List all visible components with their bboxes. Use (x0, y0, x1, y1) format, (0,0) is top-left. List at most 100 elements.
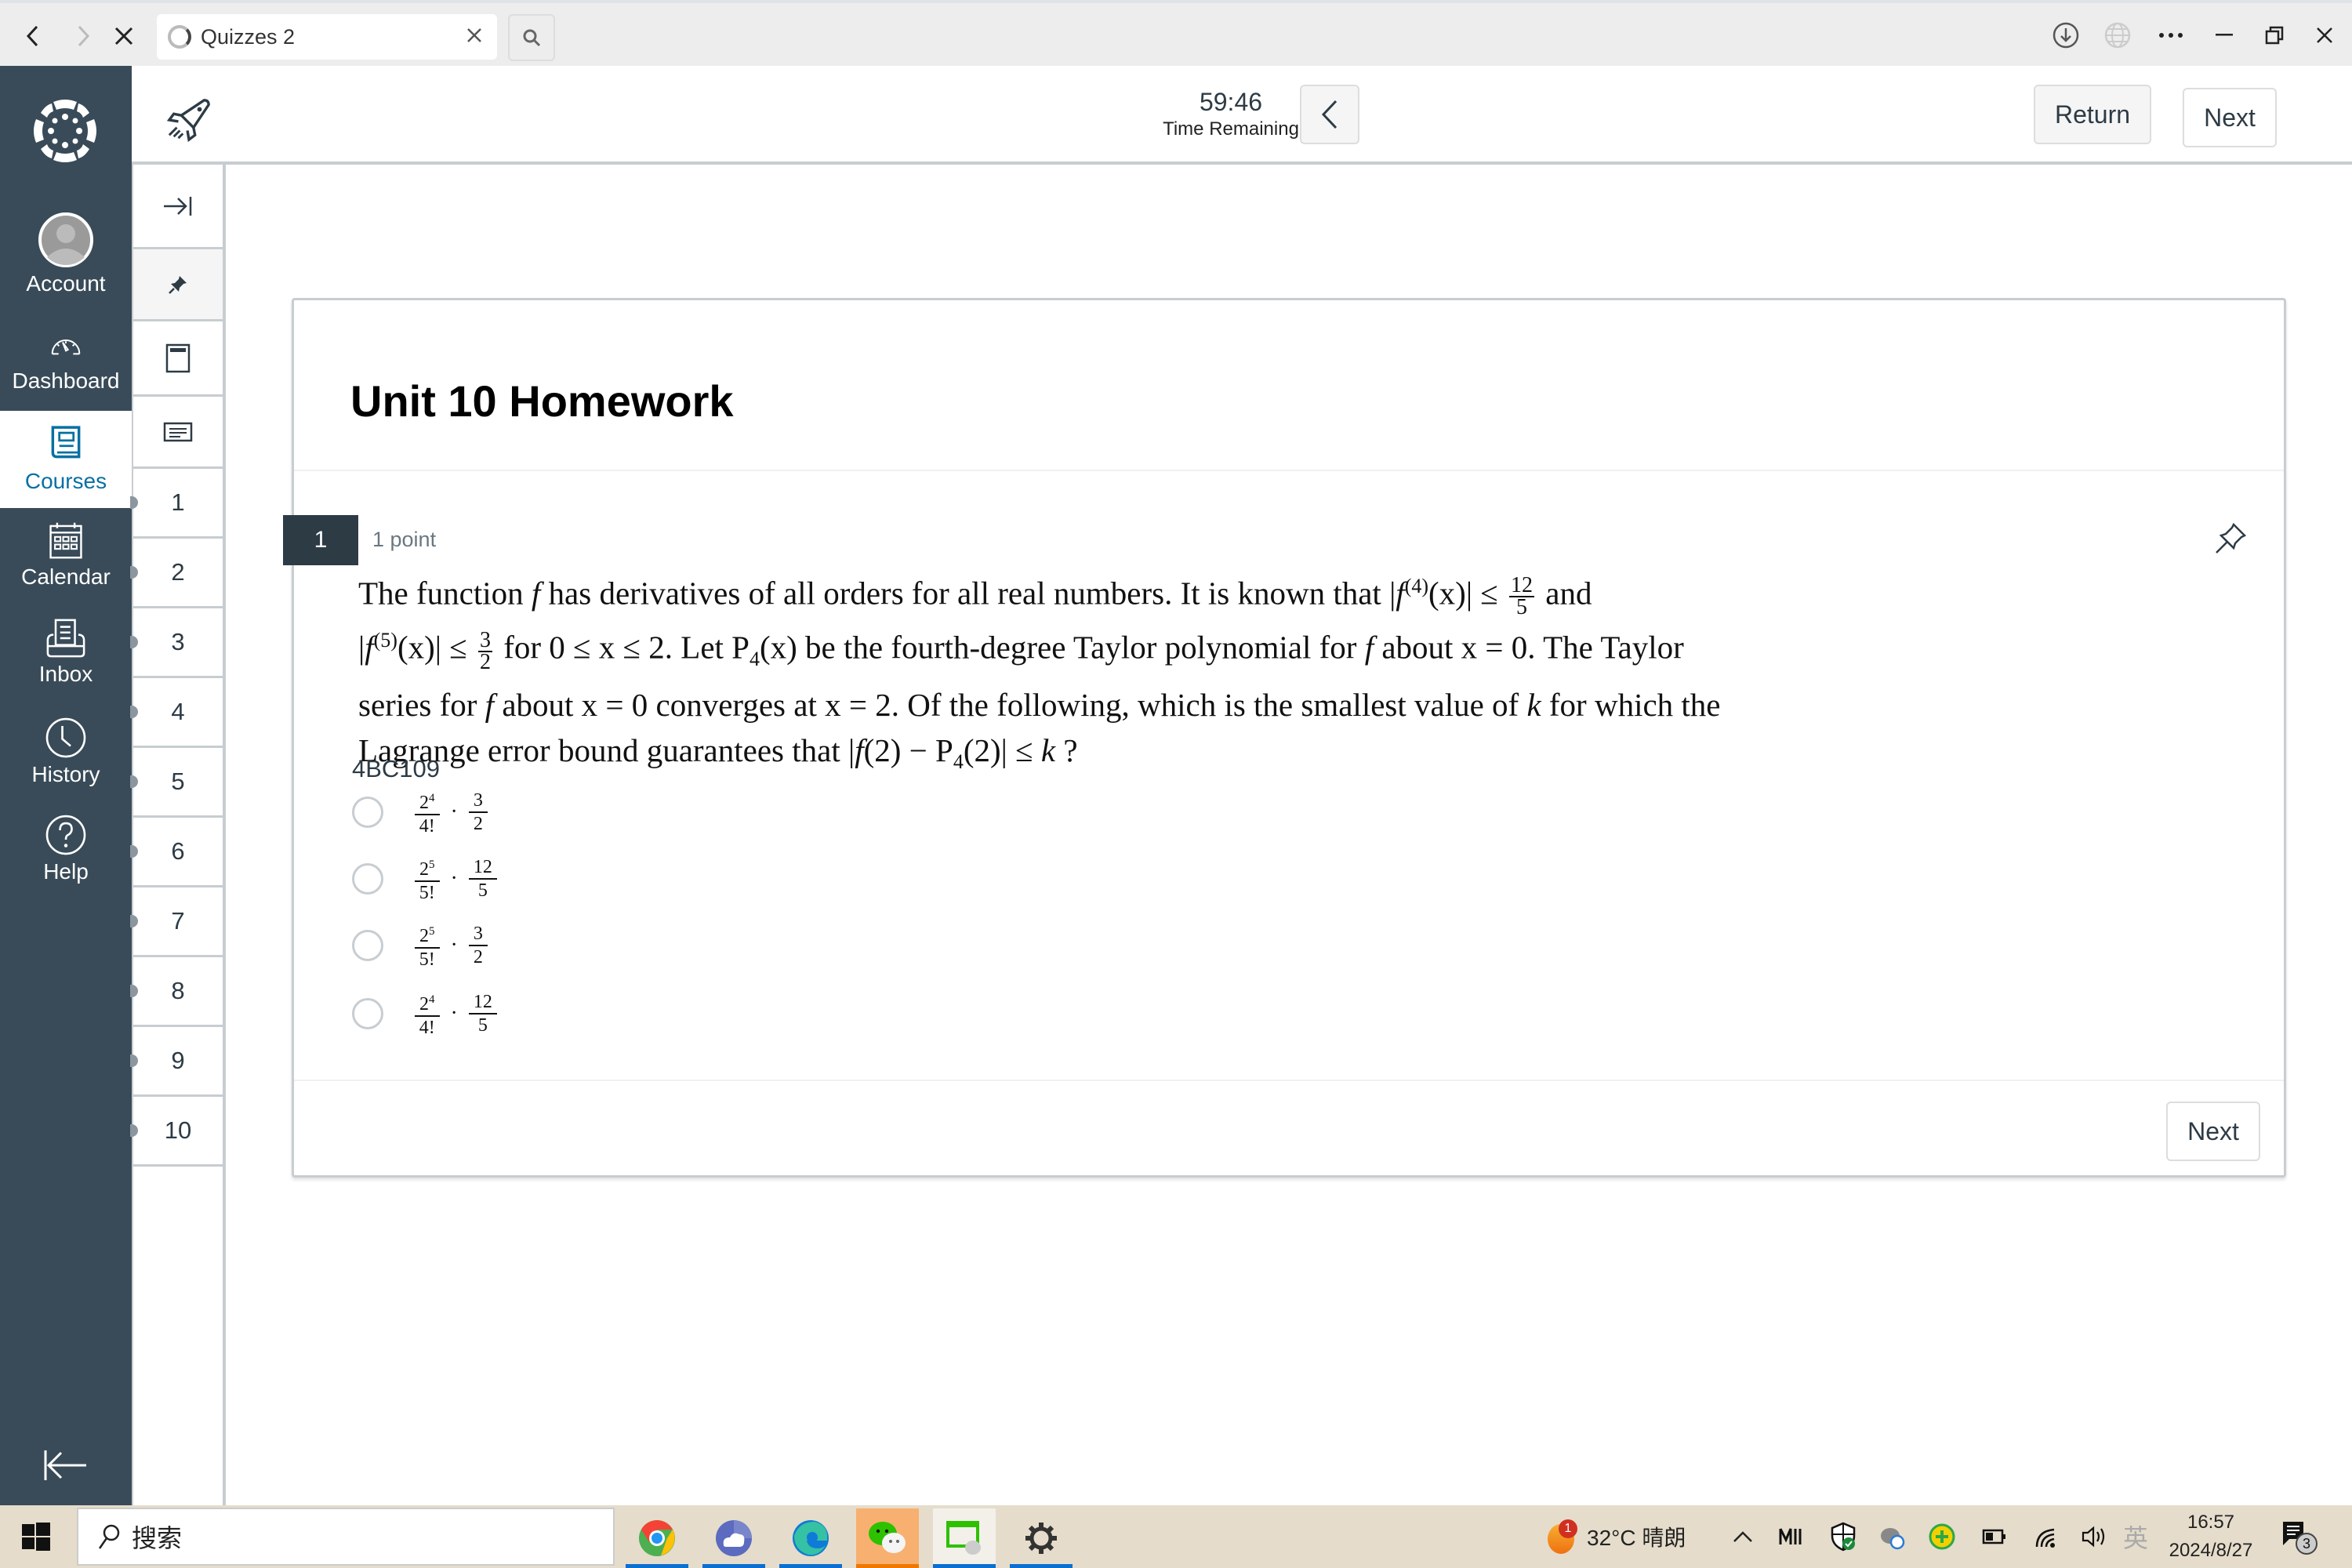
tab-close-button[interactable] (466, 24, 483, 49)
answer-radio[interactable] (352, 930, 383, 961)
answer-option[interactable]: 25 5! · 32 (352, 918, 488, 973)
notification-center-button[interactable]: 3 (2281, 1505, 2318, 1568)
global-nav-account[interactable]: Account (0, 201, 132, 298)
expand-question-list-button[interactable] (133, 165, 223, 249)
question-nav-item[interactable]: 8 (130, 957, 223, 1027)
question-nav-item[interactable]: 6 (130, 818, 223, 887)
question-nav-item[interactable]: 9 (130, 1027, 223, 1097)
question-points: 1 point (372, 528, 437, 551)
return-button[interactable]: Return (2034, 85, 2151, 144)
quiz-info-button[interactable] (133, 321, 223, 397)
close-icon (2317, 27, 2332, 43)
answer-option[interactable]: 24 4! · 12 5 (352, 986, 497, 1041)
question-nav-item[interactable]: 7 (130, 887, 223, 957)
canvas-logo-icon[interactable] (30, 96, 100, 166)
tray-network[interactable] (2034, 1505, 2059, 1568)
divider (294, 1080, 2284, 1081)
quiz-instructions-button[interactable] (133, 397, 223, 469)
tab-search-button[interactable] (508, 14, 555, 61)
taskbar-clock[interactable]: 16:57 2024/8/27 (2164, 1505, 2258, 1568)
tray-app-m[interactable] (1778, 1505, 1803, 1568)
question-number-badge: 1 (283, 515, 358, 565)
answer-label: 24 4! · 32 (415, 787, 488, 837)
question-text: The function f has derivatives of all or… (358, 564, 1926, 785)
global-nav-help[interactable]: Help (0, 803, 132, 900)
unanswered-indicator (130, 775, 138, 788)
answer-option[interactable]: 25 5! · 12 5 (352, 851, 497, 906)
timer: 59:46 Time Remaining (1152, 88, 1309, 140)
collapse-nav-icon[interactable] (41, 1446, 91, 1485)
answer-option[interactable]: 24 4! · 32 (352, 785, 488, 840)
time-remaining-value: 59:46 (1199, 88, 1263, 116)
pinned-questions-button[interactable] (133, 249, 223, 321)
header-next-button[interactable]: Next (2183, 88, 2277, 147)
global-nav-courses[interactable]: Courses (0, 411, 132, 508)
taskbar-search-box[interactable]: 搜索 (77, 1508, 615, 1566)
windows-taskbar: 搜索 1 32°C 晴朗 英 16:57 2024/8/27 3 (0, 1505, 2352, 1568)
browser-tab[interactable]: Quizzes 2 (157, 14, 497, 60)
tray-app-green[interactable] (1929, 1505, 1955, 1568)
windows-start-icon[interactable] (22, 1523, 50, 1551)
question-nav-item[interactable]: 10 (130, 1097, 223, 1167)
more-button[interactable] (2151, 16, 2190, 55)
inbox-icon (46, 619, 85, 658)
add-circle-icon (1929, 1523, 1955, 1550)
global-nav-label: Courses (24, 469, 107, 493)
question-nav-item[interactable]: 5 (130, 748, 223, 818)
question-nav-item[interactable]: 3 (130, 608, 223, 678)
show-hidden-icons-button[interactable] (1733, 1505, 1753, 1568)
question-nav-item[interactable]: 4 (130, 678, 223, 748)
taskbar-app-wechat-files[interactable] (933, 1508, 996, 1568)
download-icon (2053, 22, 2079, 49)
tray-security[interactable] (1830, 1505, 1857, 1568)
taskbar-app-wechat[interactable] (856, 1508, 919, 1568)
weather-icon: 1 (1546, 1519, 1577, 1554)
restore-icon (2265, 26, 2284, 45)
answer-radio[interactable] (352, 797, 383, 828)
unanswered-indicator (130, 566, 138, 579)
global-navigation: Account Dashboard Courses Calendar Inbox… (0, 66, 132, 1505)
clock-date: 2024/8/27 (2169, 1540, 2253, 1561)
global-nav-history[interactable]: History (0, 706, 132, 803)
global-nav-dashboard[interactable]: Dashboard (0, 317, 132, 414)
global-nav-label: History (31, 762, 100, 786)
pin-question-icon[interactable] (2212, 520, 2249, 557)
input-method-indicator[interactable]: 英 (2123, 1505, 2148, 1568)
browser-toolbar: Quizzes 2 (0, 0, 2352, 66)
back-button[interactable] (16, 19, 50, 53)
expand-right-icon (164, 196, 192, 216)
question-nav-item[interactable]: 1 (130, 469, 223, 539)
global-nav-inbox[interactable]: Inbox (0, 607, 132, 704)
loading-spinner-icon (168, 25, 191, 49)
answer-radio[interactable] (352, 998, 383, 1029)
rocket-icon (166, 99, 210, 143)
taskbar-app-settings[interactable] (1010, 1508, 1073, 1568)
translate-button[interactable] (2098, 16, 2137, 55)
question-line: |f(5)(x)| ≤ 32 for 0 ≤ x ≤ 2. Let P4(x) … (358, 627, 1684, 674)
taskbar-app-chrome[interactable] (626, 1508, 688, 1568)
tray-battery[interactable] (1982, 1505, 2007, 1568)
minimize-button[interactable] (2205, 16, 2244, 55)
taskbar-app-cloud[interactable] (702, 1508, 765, 1568)
stop-loading-button[interactable] (107, 19, 141, 53)
tray-onedrive[interactable] (1878, 1505, 1907, 1568)
weather-widget[interactable]: 1 32°C 晴朗 (1546, 1505, 1686, 1568)
close-window-button[interactable] (2305, 16, 2344, 55)
downloads-button[interactable] (2046, 16, 2085, 55)
tray-volume[interactable] (2081, 1505, 2107, 1568)
footer-next-button[interactable]: Next (2166, 1102, 2260, 1161)
question-nav-item[interactable]: 2 (130, 539, 223, 608)
fraction: 32 (477, 627, 492, 674)
search-placeholder: 搜索 (132, 1524, 183, 1552)
timer-toggle-button[interactable] (1300, 85, 1359, 144)
restore-button[interactable] (2255, 16, 2294, 55)
close-icon (467, 28, 481, 42)
taskbar-app-edge[interactable] (779, 1508, 842, 1568)
answer-radio[interactable] (352, 863, 383, 895)
global-nav-label: Help (43, 859, 89, 884)
forward-button[interactable] (66, 19, 100, 53)
wifi-icon (2035, 1528, 2055, 1548)
global-nav-label: Dashboard (12, 368, 120, 393)
clock-icon (45, 717, 86, 758)
global-nav-calendar[interactable]: Calendar (0, 508, 132, 605)
